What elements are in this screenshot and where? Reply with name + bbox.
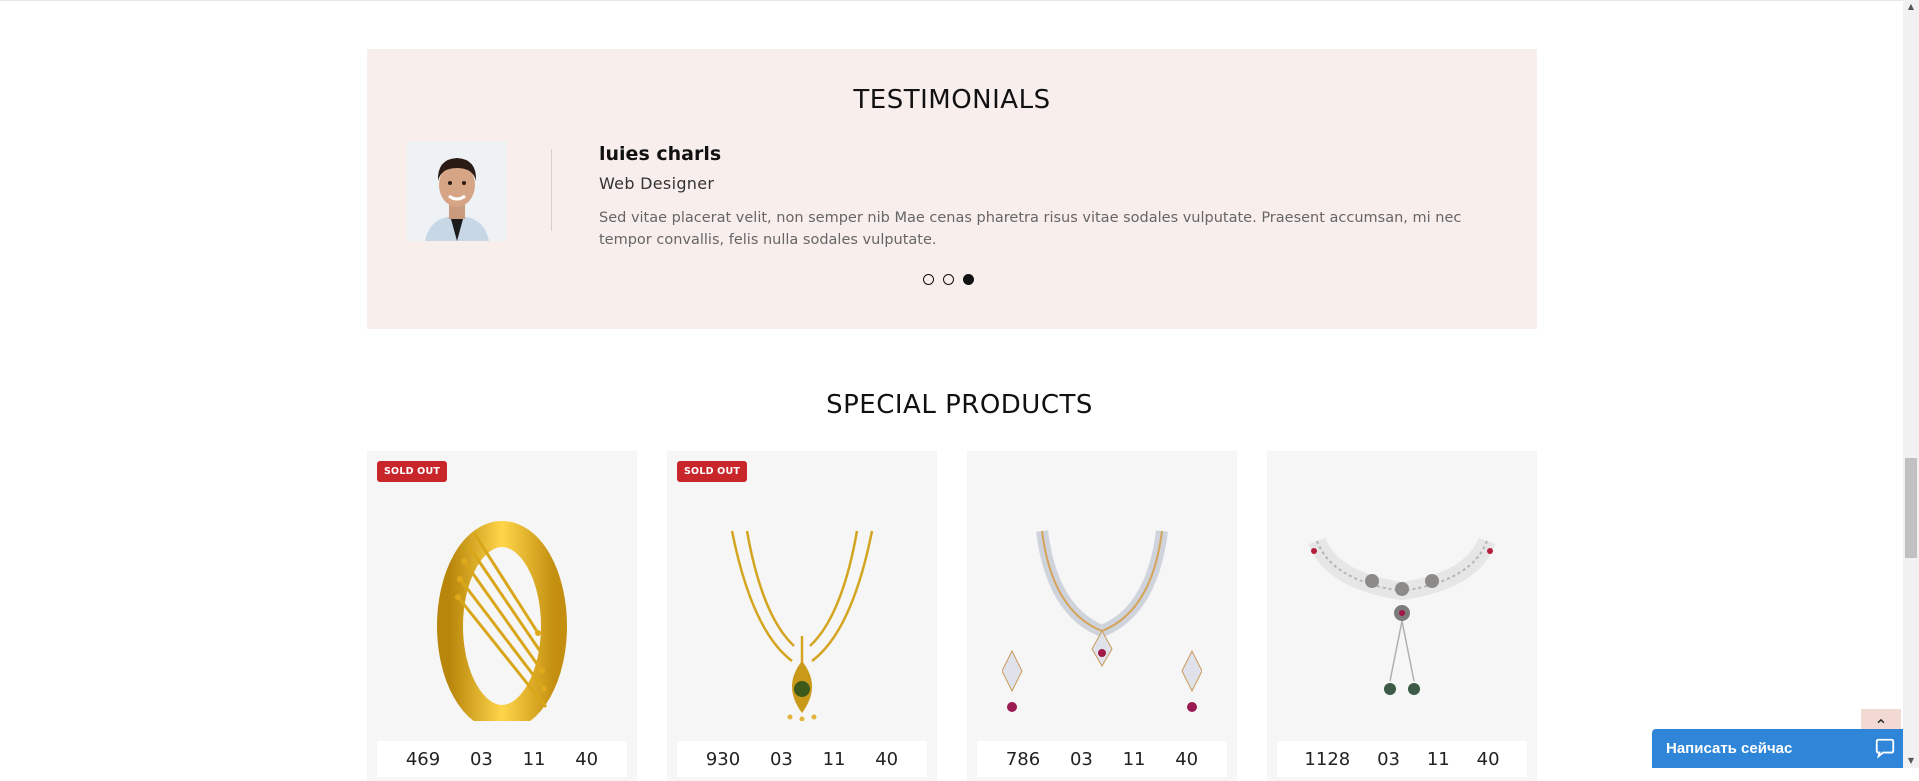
gold-maang-tikka-image[interactable] [702,521,902,721]
countdown-seconds: 40 [1175,748,1199,770]
testimonial-quote: Sed vitae placerat velit, non semper nib… [599,210,1462,248]
countdown-hours: 03 [1069,748,1093,770]
testimonial-avatar [407,141,507,241]
live-chat-widget[interactable]: Написать сейчас [1652,729,1908,768]
countdown-timer: 786 03 11 40 [977,741,1227,777]
product-card[interactable]: SOLD OUT 930 03 11 40 [667,451,937,781]
testimonial-author-name: luies charls [599,143,722,165]
product-card[interactable]: 1128 03 11 40 [1267,451,1537,781]
scroll-down-arrow-icon[interactable]: ▼ [1906,756,1916,766]
special-products-title: SPECIAL PRODUCTS [826,390,1093,420]
countdown-minutes: 11 [822,748,846,770]
product-card[interactable]: 786 03 11 40 [967,451,1237,781]
header-divider [0,0,1903,1]
countdown-seconds: 40 [575,748,599,770]
scroll-up-arrow-icon[interactable]: ▲ [1906,2,1916,12]
diamond-necklace-set-image[interactable] [1002,521,1202,721]
sold-out-badge: SOLD OUT [377,461,448,482]
countdown-days: 469 [405,748,441,770]
countdown-timer: 1128 03 11 40 [1277,741,1527,777]
chat-label: Написать сейчас [1666,740,1793,757]
countdown-minutes: 11 [1122,748,1146,770]
product-card[interactable]: SOLD OUT 469 03 11 40 [367,451,637,781]
countdown-timer: 930 03 11 40 [677,741,927,777]
testimonial-pagination [923,274,974,285]
countdown-hours: 03 [769,748,793,770]
slider-dot-2[interactable] [943,274,954,285]
page-scrollbar[interactable] [1903,0,1919,768]
countdown-minutes: 11 [1426,748,1450,770]
sold-out-badge: SOLD OUT [677,461,748,482]
countdown-minutes: 11 [522,748,546,770]
testimonial-author-role: Web Designer [599,174,715,193]
chat-bubble-icon [1875,738,1895,759]
countdown-seconds: 40 [875,748,899,770]
countdown-hours: 03 [469,748,493,770]
countdown-timer: 469 03 11 40 [377,741,627,777]
countdown-days: 930 [705,748,741,770]
countdown-seconds: 40 [1476,748,1500,770]
slider-dot-1[interactable] [923,274,934,285]
testimonials-section: TESTIMONIALS luies charls Web Designer S… [367,49,1537,329]
testimonials-title: TESTIMONIALS [853,85,1051,115]
gold-bangle-image[interactable] [402,521,602,721]
countdown-days: 786 [1005,748,1041,770]
testimonial-divider [551,149,552,231]
scrollbar-thumb[interactable] [1905,458,1917,558]
special-products-grid: SOLD OUT 469 03 11 40 SOLD OUT 930 03 11… [367,451,1537,781]
countdown-days: 1128 [1304,748,1351,770]
slider-dot-3[interactable] [963,274,974,285]
countdown-hours: 03 [1377,748,1400,770]
kundan-choker-set-image[interactable] [1302,521,1502,721]
